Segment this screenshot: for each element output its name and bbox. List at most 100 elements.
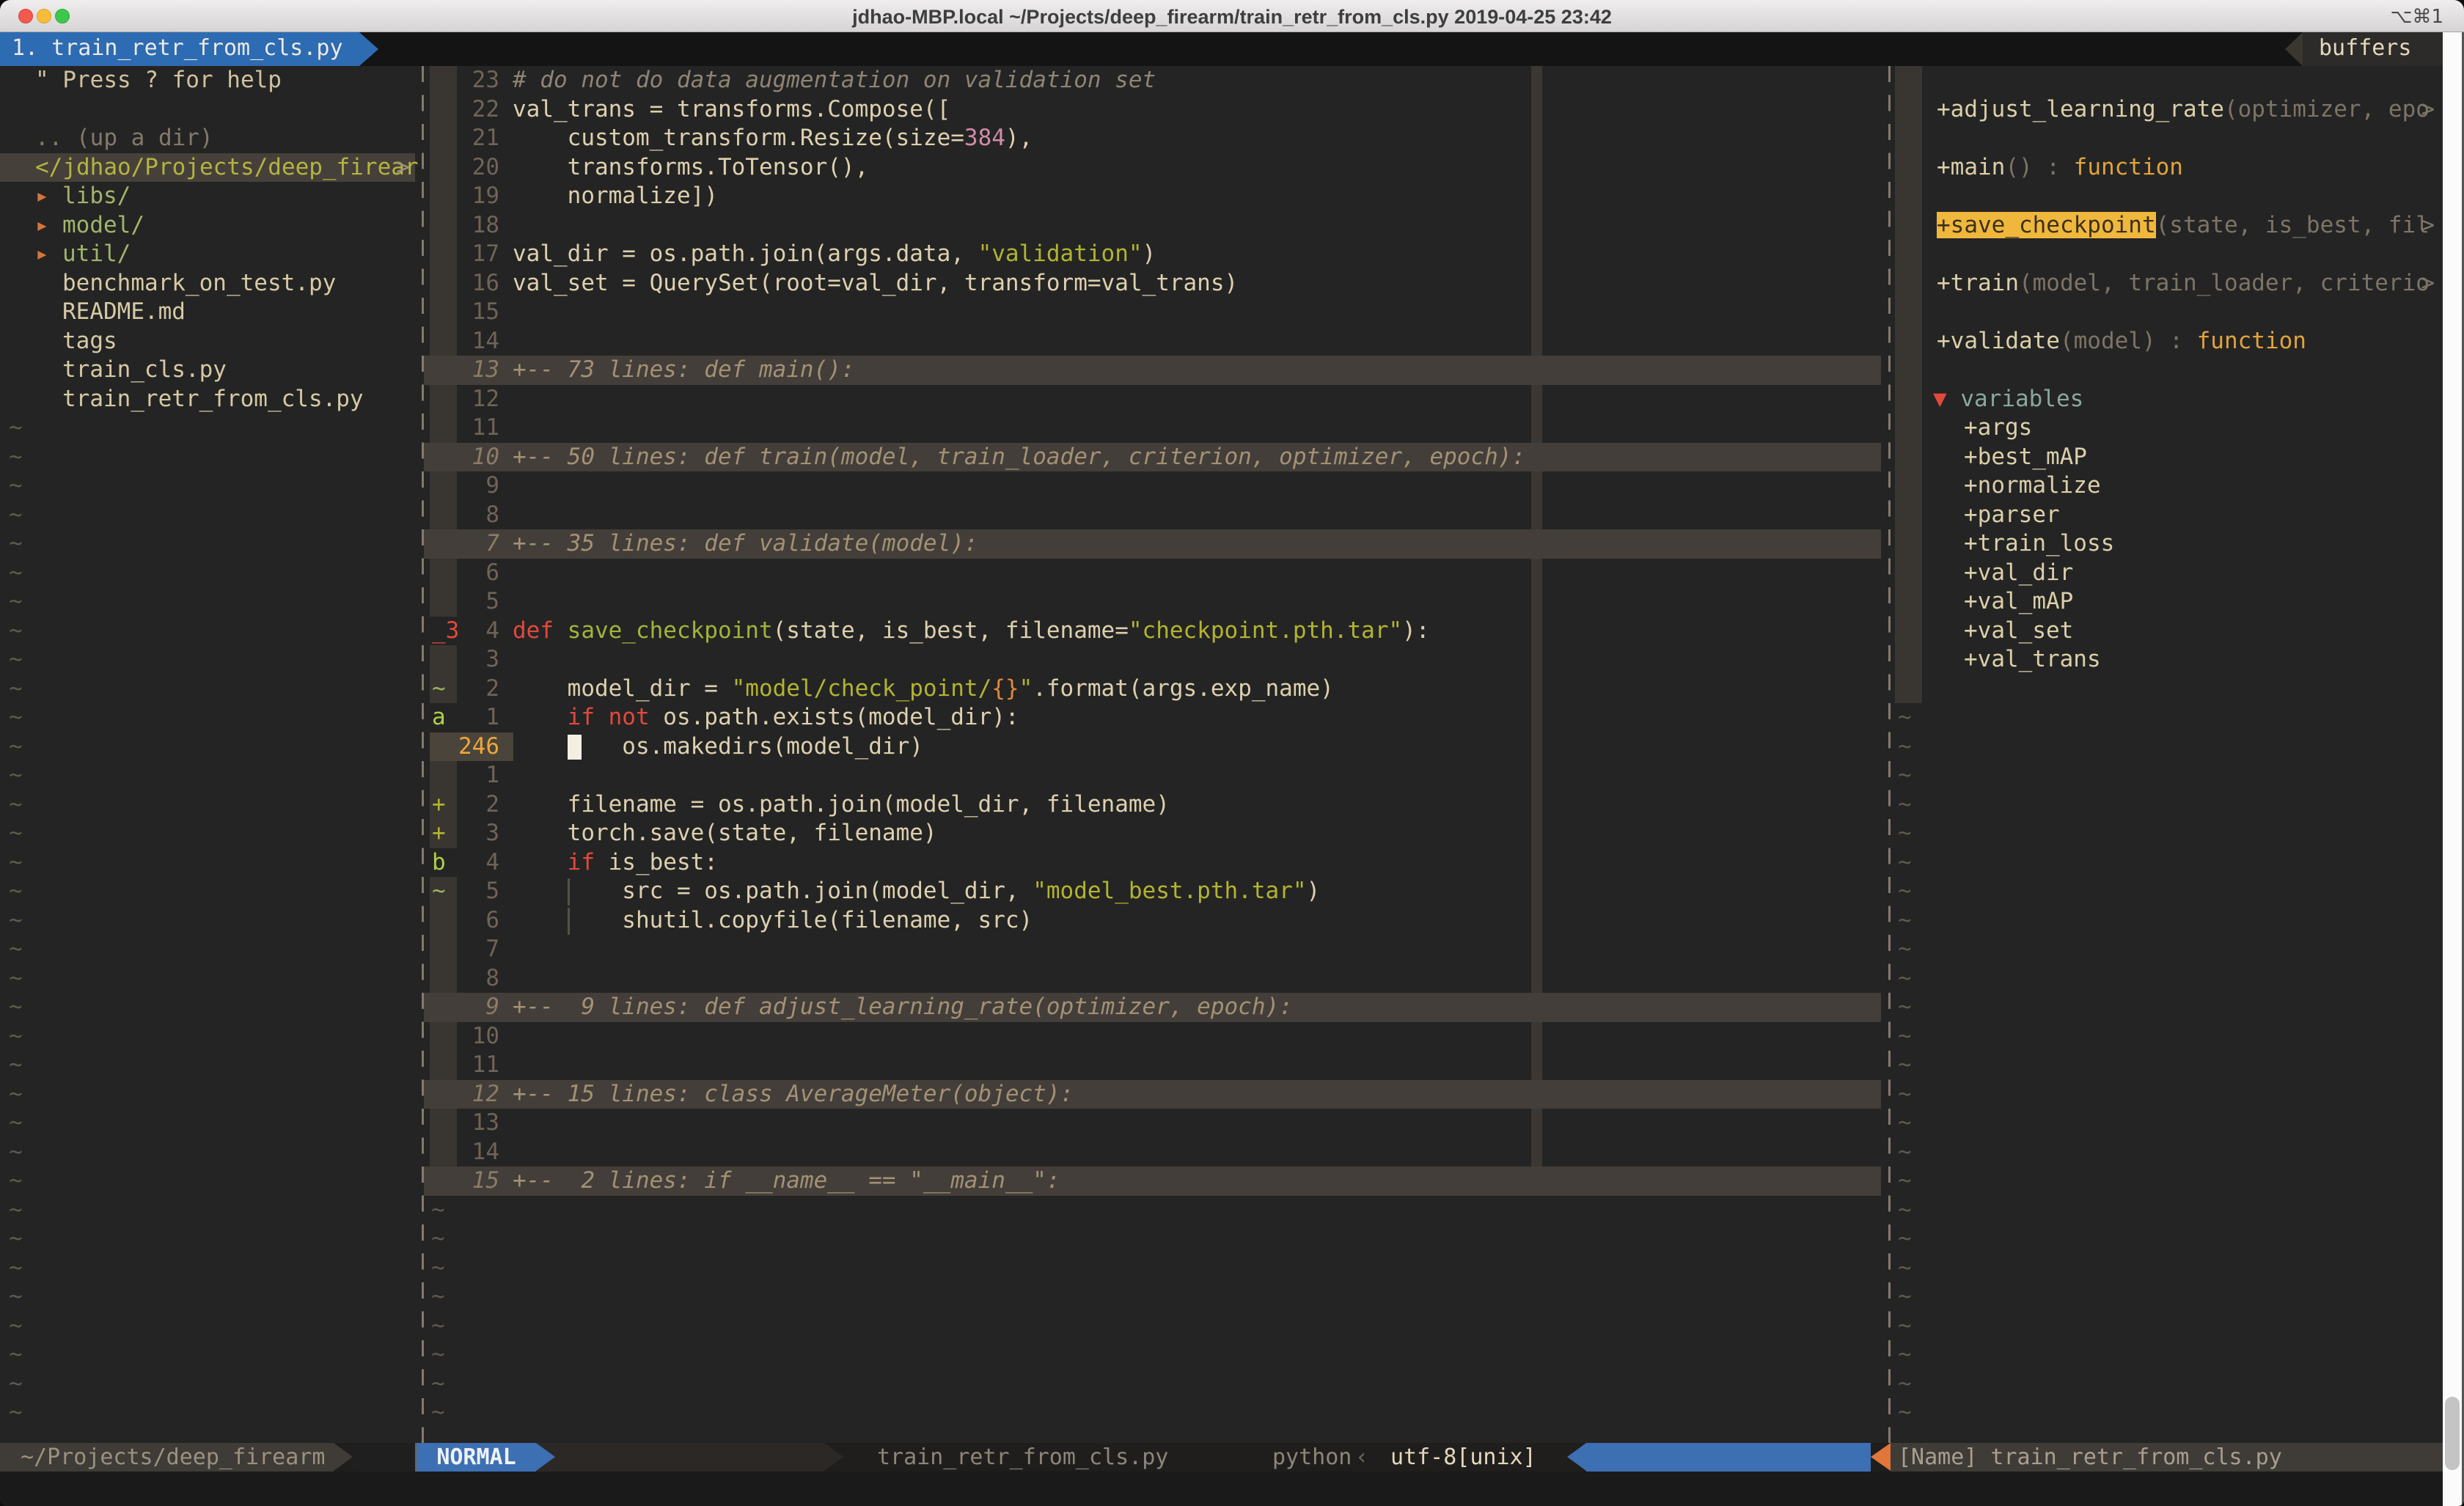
- line-number: 11: [457, 1051, 499, 1080]
- tree-help-line[interactable]: " Press ? for help: [0, 66, 421, 95]
- code-line[interactable]: 16val_set = QuerySet(root=val_dir, trans…: [424, 269, 1881, 298]
- tree-root[interactable]: </jdhao/Projects/deep_firear>: [0, 153, 421, 183]
- code-line[interactable]: 6: [424, 559, 1881, 588]
- statusline-filetype: python: [1272, 1443, 1352, 1472]
- tree-item-file[interactable]: train_retr_from_cls.py: [0, 385, 421, 414]
- scrollbar-track[interactable]: [2443, 32, 2462, 1506]
- tagbar-section-variables[interactable]: ▼ variables: [1891, 385, 2443, 414]
- empty-line: ~: [0, 617, 421, 646]
- code-line[interactable]: a1 if not os.path.exists(model_dir):: [424, 703, 1881, 732]
- tilde-marker: ~: [9, 559, 23, 588]
- nerdtree-panel: " Press ? for help .. (up a dir)</jdhao/P…: [0, 66, 421, 1443]
- buffers-indicator[interactable]: buffers: [2303, 32, 2446, 66]
- tagbar-function[interactable]: +save_checkpoint(state, is_best, fil>: [1891, 211, 2443, 240]
- tilde-marker: ~: [1898, 1138, 1912, 1167]
- tagbar-function[interactable]: +train(model, train_loader, criterio>: [1891, 269, 2443, 298]
- code-line[interactable]: 14: [424, 327, 1881, 356]
- code-line[interactable]: 19 normalize]): [424, 182, 1881, 211]
- tagbar-variable[interactable]: +val_mAP: [1891, 587, 2443, 617]
- folded-line[interactable]: 10+-- 50 lines: def train(model, train_l…: [424, 443, 1881, 472]
- code-line[interactable]: 7: [424, 935, 1881, 964]
- code-line[interactable]: 22val_trans = transforms.Compose([: [424, 95, 1881, 125]
- code-line[interactable]: 13: [424, 1109, 1881, 1138]
- code-line[interactable]: +3 torch.save(state, filename): [424, 819, 1881, 848]
- blank-line: [0, 95, 421, 125]
- tilde-marker: ~: [9, 1282, 23, 1312]
- code-line[interactable]: 18: [424, 211, 1881, 240]
- powerline-arrow: [824, 1443, 843, 1471]
- code-line[interactable]: b4 if is_best:: [424, 848, 1881, 878]
- folded-line[interactable]: 7+-- 35 lines: def validate(model):: [424, 529, 1881, 559]
- tilde-marker: ~: [1898, 964, 1912, 993]
- tagbar-variable[interactable]: +val_trans: [1891, 645, 2443, 675]
- tree-item-dir[interactable]: ▸util/: [0, 240, 421, 269]
- code-line[interactable]: +2 filename = os.path.join(model_dir, fi…: [424, 790, 1881, 820]
- code-line[interactable]: 6 shutil.copyfile(filename, src): [424, 906, 1881, 936]
- tagbar-function[interactable]: +main() : function: [1891, 153, 2443, 183]
- code-line[interactable]: ~5 src = os.path.join(model_dir, "model_…: [424, 877, 1881, 906]
- fold-open-triangle-icon: ▼: [1933, 386, 1960, 412]
- tree-item-file[interactable]: train_cls.py: [0, 356, 421, 385]
- tree-updir[interactable]: .. (up a dir): [0, 124, 421, 153]
- code-line[interactable]: ~2 model_dir = "model/check_point/{}".fo…: [424, 675, 1881, 704]
- tagbar-function[interactable]: +validate(model) : function: [1891, 327, 2443, 356]
- code-line[interactable]: 21 custom_transform.Resize(size=384),: [424, 124, 1881, 153]
- tagbar-variable[interactable]: +best_mAP: [1891, 443, 2443, 472]
- tagbar-variable[interactable]: +normalize: [1891, 471, 2443, 501]
- tilde-marker: ~: [9, 414, 23, 443]
- tilde-marker: ~: [1898, 1398, 1912, 1428]
- empty-line: ~: [0, 501, 421, 530]
- line-text: src = os.path.join(model_dir, "model_bes…: [513, 877, 1320, 906]
- line-number: 9: [457, 993, 499, 1022]
- blank-line: [1891, 240, 2443, 269]
- code-line[interactable]: 20 transforms.ToTensor(),: [424, 153, 1881, 183]
- code-line[interactable]: 1: [424, 761, 1881, 790]
- code-line[interactable]: 12: [424, 385, 1881, 414]
- code-line[interactable]: 15: [424, 298, 1881, 327]
- line-text: +-- 9 lines: def adjust_learning_rate(op…: [513, 993, 1293, 1022]
- code-line[interactable]: 3: [424, 645, 1881, 675]
- code-line[interactable]: 246 os.makedirs(model_dir): [424, 732, 1881, 762]
- folded-line[interactable]: 15+-- 2 lines: if __name__ == "__main__"…: [424, 1167, 1881, 1196]
- empty-line: ~: [424, 1370, 1881, 1399]
- tree-item-file[interactable]: README.md: [0, 298, 421, 327]
- tagbar-variable[interactable]: +val_dir: [1891, 559, 2443, 588]
- gutter-sign: a: [430, 703, 457, 732]
- line-number: 10: [457, 443, 499, 472]
- tree-item-dir[interactable]: ▸model/: [0, 211, 421, 240]
- truncation-arrow-icon: >: [396, 153, 410, 183]
- tagbar-variable[interactable]: +train_loss: [1891, 529, 2443, 559]
- tilde-marker: ~: [9, 1167, 23, 1196]
- tagbar-variable[interactable]: +args: [1891, 414, 2443, 443]
- tilde-marker: ~: [1898, 761, 1912, 790]
- code-line[interactable]: 10: [424, 1022, 1881, 1051]
- folded-line[interactable]: 13+-- 73 lines: def main():: [424, 356, 1881, 385]
- empty-line: ~: [0, 1370, 421, 1399]
- tree-item-file[interactable]: tags: [0, 327, 421, 356]
- tagbar-variable[interactable]: +val_set: [1891, 617, 2443, 646]
- code-line[interactable]: 14: [424, 1138, 1881, 1167]
- folded-line[interactable]: 9 +-- 9 lines: def adjust_learning_rate(o…: [424, 993, 1881, 1022]
- code-line[interactable]: _34def save_checkpoint(state, is_best, f…: [424, 617, 1881, 646]
- code-line[interactable]: 23# do not do data augmentation on valid…: [424, 66, 1881, 95]
- tree-item-dir[interactable]: ▸libs/: [0, 182, 421, 211]
- tilde-marker: ~: [9, 1254, 23, 1283]
- code-line[interactable]: 8: [424, 964, 1881, 993]
- code-line[interactable]: 11: [424, 1051, 1881, 1080]
- folded-line[interactable]: 12+-- 15 lines: class AverageMeter(objec…: [424, 1080, 1881, 1109]
- code-line[interactable]: 8: [424, 501, 1881, 530]
- code-line[interactable]: 17val_dir = os.path.join(args.data, "val…: [424, 240, 1881, 269]
- tagbar-function[interactable]: +adjust_learning_rate(optimizer, epo>: [1891, 95, 2443, 125]
- tagbar-variable[interactable]: +parser: [1891, 501, 2443, 530]
- tree-item-file[interactable]: benchmark_on_test.py: [0, 269, 421, 298]
- tag-signature: (optimizer, epo: [2224, 96, 2430, 122]
- scrollbar-thumb[interactable]: [2445, 1397, 2460, 1470]
- tilde-marker: ~: [9, 471, 23, 501]
- code-line[interactable]: 9: [424, 471, 1881, 501]
- tagbar-panel: +adjust_learning_rate(optimizer, epo> +ma…: [1891, 66, 2443, 1443]
- tab-active[interactable]: 1. train_retr_from_cls.py: [0, 32, 359, 66]
- code-line[interactable]: 5: [424, 587, 1881, 617]
- line-number: 1: [457, 703, 499, 732]
- code-line[interactable]: 11: [424, 414, 1881, 443]
- empty-line: ~: [0, 1138, 421, 1167]
